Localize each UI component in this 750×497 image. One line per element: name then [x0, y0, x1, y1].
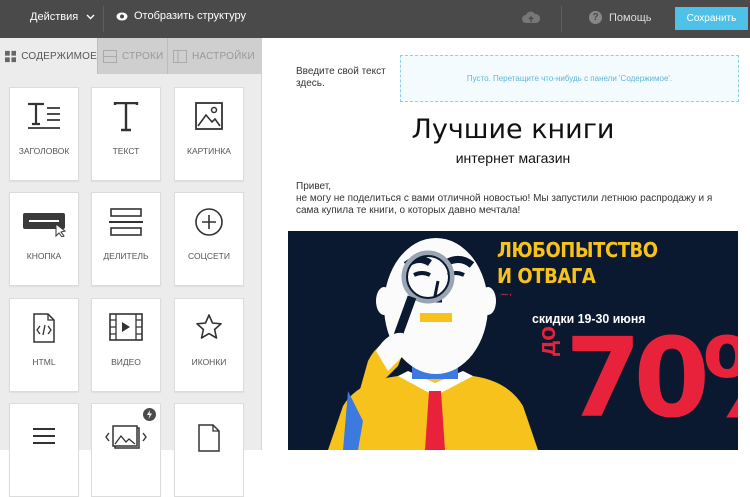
save-button[interactable]: Сохранить	[675, 7, 748, 30]
chevron-down-icon	[86, 14, 95, 20]
html-icon	[10, 313, 78, 343]
block-social[interactable]: СОЦСЕТИ	[174, 192, 244, 286]
toolbar-divider	[561, 6, 562, 32]
help-label: Помощь	[609, 11, 652, 24]
tile-label: HTML	[32, 357, 56, 367]
help-icon: ?	[589, 11, 602, 24]
block-carousel[interactable]	[91, 403, 161, 497]
tile-label: ИКОНКИ	[191, 357, 227, 367]
empty-dropzone[interactable]: Пусто. Перетащите что-нибудь с панели 'С…	[400, 55, 739, 102]
banner-title-line1: ЛЮБОПЫТСТВО	[497, 238, 658, 262]
block-divider[interactable]: ДЕЛИТЕЛЬ	[91, 192, 161, 286]
email-subheading[interactable]: интернет магазин	[263, 150, 750, 166]
image-icon	[175, 102, 243, 130]
toolbar-divider	[103, 6, 104, 32]
tile-label: КНОПКА	[26, 251, 62, 261]
top-toolbar: Действия Отобразить структуру ? Помощь С…	[0, 0, 750, 38]
banner-up-to-text: до	[534, 326, 561, 356]
button-icon	[10, 207, 78, 237]
heading-icon	[10, 102, 78, 130]
layout-icon	[173, 49, 187, 63]
tab-rows[interactable]: СТРОКИ	[97, 38, 167, 74]
publisher-logo: ▪▪▪▪ ◐	[501, 292, 513, 298]
promo-banner-image[interactable]: ЛЮБОПЫТСТВО И ОТВАГА ▪▪▪▪ ◐ скидки 19-30…	[288, 231, 738, 450]
block-image[interactable]: КАРТИНКА	[174, 87, 244, 181]
tile-label: ДЕЛИТЕЛЬ	[103, 251, 149, 261]
block-button[interactable]: КНОПКА	[9, 192, 79, 286]
help-button[interactable]: ? Помощь	[589, 11, 652, 24]
email-heading[interactable]: Лучшие книги	[263, 114, 750, 145]
show-structure-label: Отобразить структуру	[134, 10, 247, 22]
tab-settings[interactable]: НАСТРОЙКИ	[167, 38, 262, 74]
cloud-upload-icon[interactable]	[521, 10, 541, 31]
content-sidebar: СОДЕРЖИМОЕ СТРОКИ НАСТРОЙКИ ЗАГОЛОВОК ТЕ…	[0, 38, 262, 497]
greeting-text: Привет,	[296, 181, 332, 192]
grid-icon	[5, 50, 17, 62]
block-text[interactable]: ТЕКСТ	[91, 87, 161, 181]
tab-content[interactable]: СОДЕРЖИМОЕ	[0, 38, 97, 74]
block-page[interactable]	[174, 403, 244, 497]
intro-text-block[interactable]: Введите свой текст здесь.	[296, 66, 401, 90]
block-html[interactable]: HTML	[9, 298, 79, 392]
rows-icon	[103, 49, 117, 63]
body-paragraph: не могу не поделиться с вами отличной но…	[296, 193, 713, 216]
eye-icon	[116, 12, 128, 20]
divider-icon	[92, 207, 160, 237]
tab-rows-label: СТРОКИ	[122, 50, 164, 62]
dropzone-hint: Пусто. Перетащите что-нибудь с панели 'С…	[466, 74, 673, 83]
tab-content-label: СОДЕРЖИМОЕ	[21, 50, 97, 62]
show-structure-toggle[interactable]: Отобразить структуру	[116, 10, 246, 22]
block-video[interactable]: ВИДЕО	[91, 298, 161, 392]
tab-settings-label: НАСТРОЙКИ	[192, 50, 255, 62]
sidebar-tabs: СОДЕРЖИМОЕ СТРОКИ НАСТРОЙКИ	[0, 38, 262, 74]
tile-label: СОЦСЕТИ	[188, 251, 230, 261]
star-icon	[175, 313, 243, 341]
tile-label: ВИДЕО	[111, 357, 141, 367]
social-icon	[175, 207, 243, 237]
email-canvas: Введите свой текст здесь. Пусто. Перетащ…	[263, 38, 750, 450]
banner-title-line2: И ОТВАГА	[497, 264, 596, 288]
actions-dropdown[interactable]: Действия	[30, 11, 95, 23]
menu-icon	[10, 426, 78, 446]
tile-label: ЗАГОЛОВОК	[18, 146, 70, 156]
text-icon	[92, 102, 160, 132]
block-menu[interactable]	[9, 403, 79, 497]
banner-percent-text: 70%	[565, 314, 738, 442]
page-icon	[175, 424, 243, 452]
block-icons[interactable]: ИКОНКИ	[174, 298, 244, 392]
video-icon	[92, 313, 160, 341]
lightning-badge-icon	[143, 408, 156, 421]
actions-label: Действия	[30, 11, 79, 23]
tile-label: ТЕКСТ	[112, 146, 140, 156]
email-body-text[interactable]: Привет, не могу не поделиться с вами отл…	[296, 181, 736, 217]
block-heading[interactable]: ЗАГОЛОВОК	[9, 87, 79, 181]
tile-label: КАРТИНКА	[187, 146, 231, 156]
carousel-icon	[92, 424, 160, 450]
